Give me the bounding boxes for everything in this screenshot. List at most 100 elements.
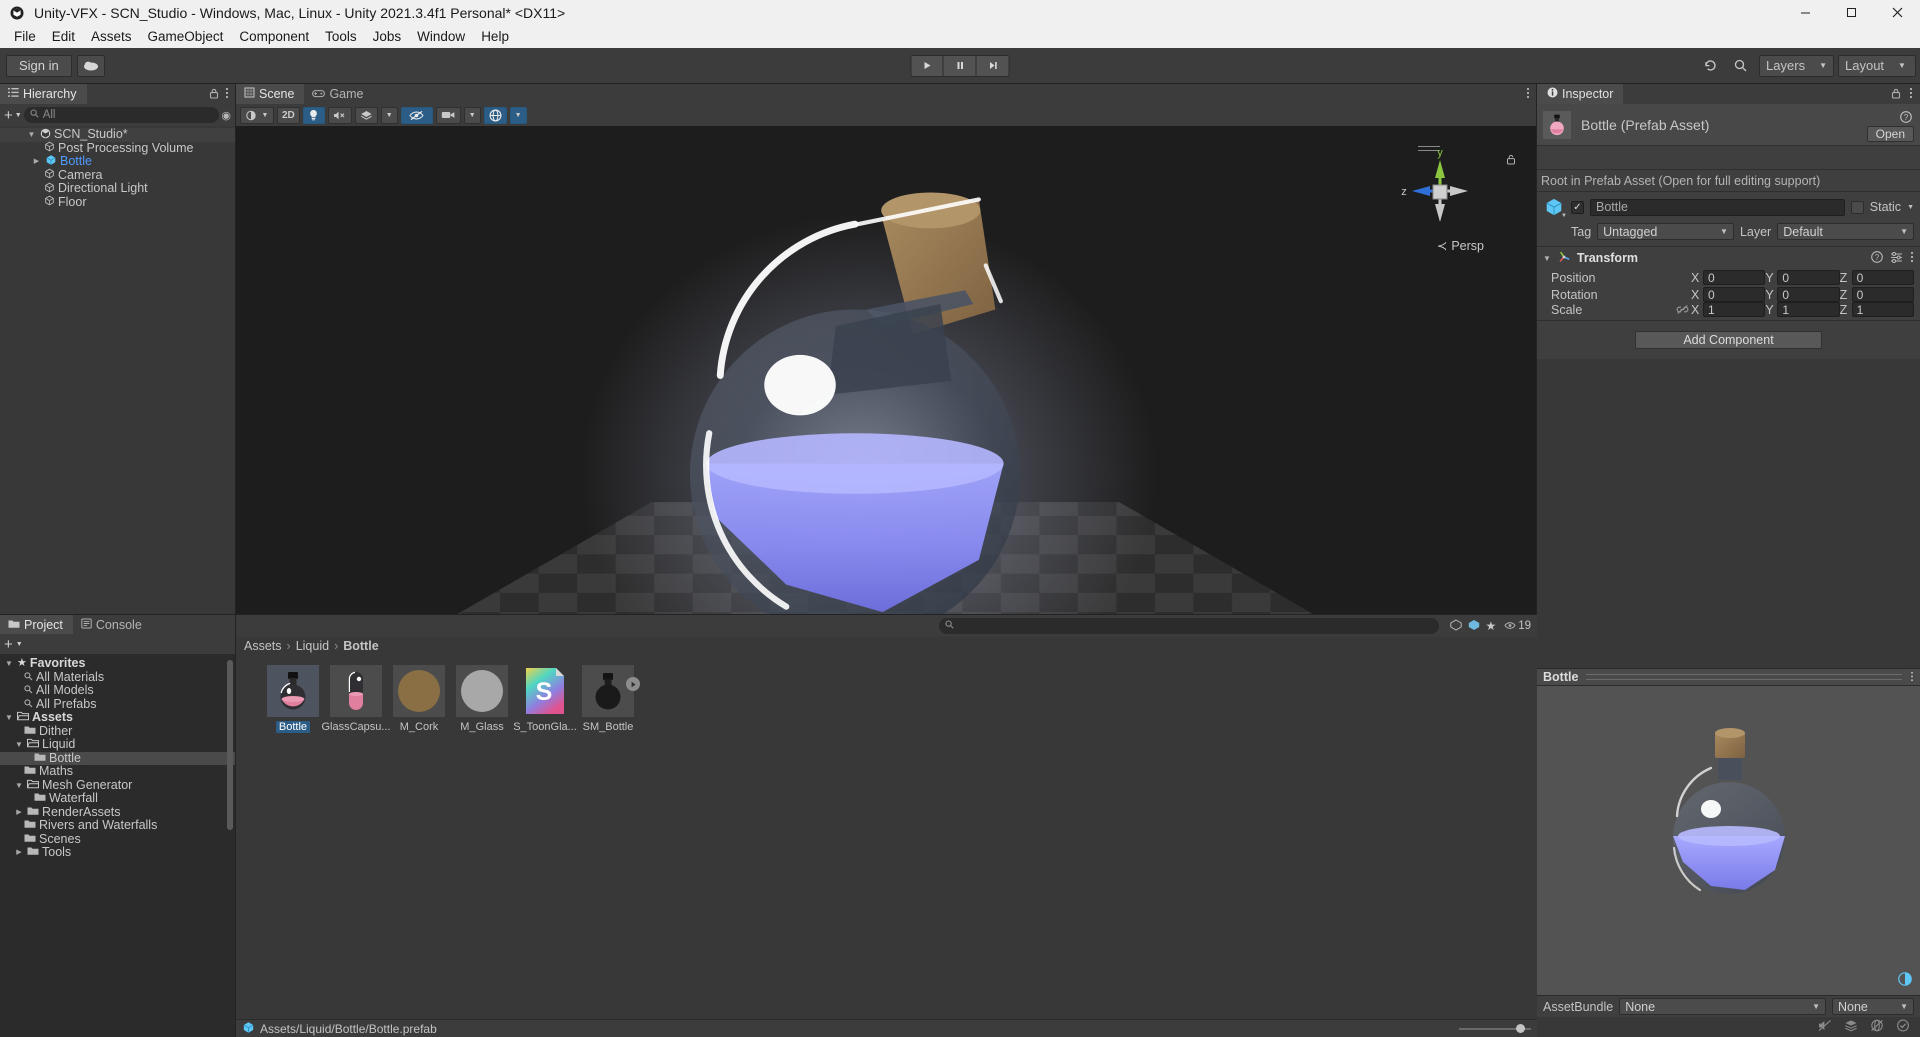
project-tree-item-bottle[interactable]: Bottle xyxy=(0,751,235,765)
scale-link-icon[interactable] xyxy=(1673,304,1691,315)
project-tree-item-renderassets[interactable]: ▶ RenderAssets xyxy=(0,805,235,820)
chevron-down-icon[interactable]: ▼ xyxy=(1907,204,1914,211)
lock-icon[interactable] xyxy=(209,86,219,102)
project-tree-item-all-models[interactable]: All Models xyxy=(0,683,235,698)
gizmos-icon[interactable] xyxy=(483,106,507,124)
position-x-input[interactable]: 0 xyxy=(1703,270,1766,285)
breadcrumb-bottle[interactable]: Bottle xyxy=(343,639,378,653)
help-icon[interactable]: ? xyxy=(1871,250,1883,266)
chevron-down-icon[interactable]: ▼ xyxy=(15,112,22,119)
search-models-icon[interactable] xyxy=(1449,618,1463,634)
hierarchy-item-scn-studio[interactable]: ▼ SCN_Studio* xyxy=(0,127,235,142)
kebab-icon[interactable] xyxy=(225,86,229,102)
play-button[interactable] xyxy=(910,54,944,77)
step-button[interactable] xyxy=(976,54,1010,77)
twisty-icon[interactable]: ▼ xyxy=(14,779,24,793)
scene-viewport[interactable]: y z ≺ Persp xyxy=(236,126,1536,614)
shading-mode-button[interactable]: ▼ xyxy=(240,106,274,124)
position-y-input[interactable]: 0 xyxy=(1777,270,1840,285)
hierarchy-item-directional-light[interactable]: Directional Light xyxy=(0,181,235,196)
mute-audio-icon[interactable] xyxy=(1818,1019,1832,1035)
menu-item-tools[interactable]: Tools xyxy=(317,27,365,46)
menu-item-window[interactable]: Window xyxy=(409,27,473,46)
cloud-icon[interactable] xyxy=(76,54,105,77)
layers-stack-icon[interactable] xyxy=(1844,1019,1858,1035)
project-tree-item-waterfall[interactable]: Waterfall xyxy=(0,791,235,806)
position-z-input[interactable]: 0 xyxy=(1851,270,1914,285)
asset-item-bottle[interactable]: Bottle xyxy=(262,665,324,733)
assetbundle-dropdown[interactable]: None ▼ xyxy=(1619,998,1826,1015)
gizmos-off-icon[interactable] xyxy=(1870,1019,1884,1035)
project-tree-item-all-prefabs[interactable]: All Prefabs xyxy=(0,697,235,712)
menu-item-gameobject[interactable]: GameObject xyxy=(140,27,232,46)
project-tree-item-all-materials[interactable]: All Materials xyxy=(0,670,235,685)
project-tree-item-favorites[interactable]: ▼ ★ Favorites xyxy=(0,656,235,671)
twisty-icon[interactable]: ▼ xyxy=(1543,254,1551,263)
asset-item-sm-bottle[interactable]: SM_Bottle xyxy=(577,665,640,733)
play-preview-icon[interactable] xyxy=(626,677,640,691)
twod-toggle-button[interactable]: 2D xyxy=(277,106,300,124)
kebab-icon[interactable] xyxy=(1909,86,1913,102)
layers-dropdown[interactable]: Layers ▼ xyxy=(1759,54,1834,77)
asset-item-m-glass[interactable]: M_Glass xyxy=(451,665,513,733)
menu-item-component[interactable]: Component xyxy=(231,27,317,46)
assetbundle-variant-dropdown[interactable]: None ▼ xyxy=(1832,998,1914,1015)
menu-item-file[interactable]: File xyxy=(6,27,44,46)
check-circle-icon[interactable] xyxy=(1896,1019,1910,1035)
audio-mute-icon[interactable] xyxy=(327,106,352,124)
pause-button[interactable] xyxy=(943,54,977,77)
preview-lighting-icon[interactable] xyxy=(1898,972,1912,989)
search-favorites-icon[interactable]: ★ xyxy=(1485,619,1496,633)
chevron-down-icon[interactable]: ▼ xyxy=(16,641,23,648)
search-icon[interactable] xyxy=(1725,55,1755,77)
effects-button[interactable] xyxy=(354,106,378,124)
hierarchy-add-button[interactable]: + xyxy=(4,108,13,123)
menu-item-assets[interactable]: Assets xyxy=(83,27,140,46)
breadcrumb-assets[interactable]: Assets xyxy=(244,639,282,653)
gameobject-name-input[interactable]: Bottle xyxy=(1590,198,1845,216)
help-icon[interactable]: ? xyxy=(1900,110,1912,126)
project-tree-item-rivers-and-waterfalls[interactable]: Rivers and Waterfalls xyxy=(0,818,235,833)
layout-dropdown[interactable]: Layout ▼ xyxy=(1838,54,1916,77)
layer-dropdown[interactable]: Default ▼ xyxy=(1777,223,1914,240)
tab-console[interactable]: Console xyxy=(72,615,152,634)
open-prefab-button[interactable]: Open xyxy=(1866,126,1914,142)
gameobject-enabled-checkbox[interactable]: ✓ xyxy=(1571,200,1584,214)
preview-drag-handle[interactable] xyxy=(1586,674,1902,680)
perspective-toggle[interactable]: ≺ Persp xyxy=(1437,238,1484,254)
close-button[interactable] xyxy=(1874,0,1920,25)
maximize-button[interactable] xyxy=(1828,0,1874,25)
twisty-icon[interactable]: ▶ xyxy=(14,806,24,820)
zoom-slider[interactable] xyxy=(1459,1023,1531,1035)
asset-item-glasscapsule[interactable]: GlassCapsu... xyxy=(321,665,391,733)
project-tree-item-maths[interactable]: Maths xyxy=(0,764,235,779)
minimize-button[interactable] xyxy=(1782,0,1828,25)
scene-camera-dropdown[interactable]: ▼ xyxy=(463,106,481,124)
tab-project[interactable]: Project xyxy=(0,615,73,634)
asset-item-m-cork[interactable]: M_Cork xyxy=(388,665,450,733)
kebab-icon[interactable] xyxy=(1910,669,1914,685)
twisty-icon[interactable]: ▼ xyxy=(4,657,14,671)
tab-hierarchy[interactable]: Hierarchy xyxy=(0,84,87,104)
tab-inspector[interactable]: Inspector xyxy=(1537,84,1624,104)
search-prefabs-icon[interactable] xyxy=(1467,618,1481,634)
project-tree-scrollbar[interactable] xyxy=(227,660,233,830)
twisty-icon[interactable]: ▶ xyxy=(14,846,24,860)
static-checkbox[interactable] xyxy=(1850,200,1864,214)
project-tree-item-assets[interactable]: ▼ Assets xyxy=(0,710,235,725)
menu-item-help[interactable]: Help xyxy=(473,27,517,46)
twisty-icon[interactable]: ▼ xyxy=(26,128,37,142)
undo-history-icon[interactable] xyxy=(1695,55,1725,77)
menu-item-edit[interactable]: Edit xyxy=(44,27,83,46)
twisty-icon[interactable]: ▶ xyxy=(31,155,42,169)
prefab-icon[interactable]: ▼ xyxy=(1543,196,1567,219)
hierarchy-item-bottle[interactable]: ▶ Bottle xyxy=(0,154,235,169)
add-component-button[interactable]: Add Component xyxy=(1635,331,1822,349)
project-tree-item-tools[interactable]: ▶ Tools xyxy=(0,845,235,860)
tag-dropdown[interactable]: Untagged ▼ xyxy=(1597,223,1734,240)
tab-game[interactable]: Game xyxy=(304,84,374,104)
tab-scene[interactable]: Scene xyxy=(236,84,305,104)
hierarchy-item-post-processing-volume[interactable]: Post Processing Volume xyxy=(0,141,235,156)
rotation-z-input[interactable]: 0 xyxy=(1851,287,1914,302)
twisty-icon[interactable]: ▼ xyxy=(4,711,14,725)
